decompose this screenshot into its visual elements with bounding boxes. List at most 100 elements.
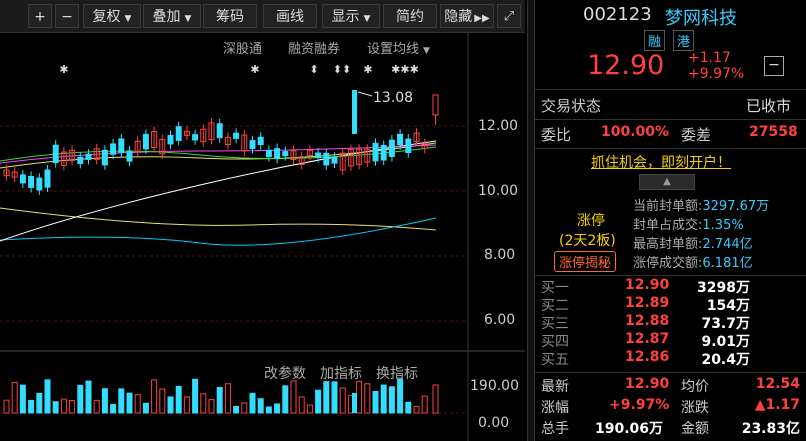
volume-bar: [151, 379, 158, 414]
bid-row: 买四 12.87 9.01万: [535, 331, 806, 350]
kline-svg[interactable]: ✱ ✱ ⬍ ⬍⬍ ✱ ✱✱✱: [0, 33, 525, 441]
volume-bar: [372, 390, 379, 414]
peak-pointer: [357, 91, 373, 97]
candle-body: [36, 177, 43, 191]
volume-bar: [352, 393, 357, 413]
event-marker-icon: ✱: [59, 63, 68, 76]
switch-indicator-link[interactable]: 换指标: [376, 363, 418, 383]
candle-body: [19, 174, 26, 184]
summary-row: 最新 12.90 均价 12.54: [535, 376, 806, 397]
candle-body: [315, 152, 322, 158]
volume-bar: [69, 399, 76, 414]
change-params-link[interactable]: 改参数: [264, 363, 306, 383]
caret-down-icon: ▼: [184, 14, 192, 24]
volume-bar: [356, 380, 363, 414]
volume-bar: [405, 401, 412, 414]
jine-label: 金额: [681, 421, 709, 437]
volume-bar: [224, 383, 231, 414]
limit-info-label: 当前封单额:: [633, 199, 703, 214]
divider-line: [535, 372, 806, 373]
expand-icon[interactable]: ⤢: [497, 4, 521, 28]
volume-bar: [208, 399, 215, 414]
y-tick-label: 12.00: [478, 118, 519, 134]
volume-bar: [323, 381, 330, 414]
chouma-button[interactable]: 筹码: [203, 4, 257, 28]
volume-bar: [175, 385, 182, 414]
candle-body: [331, 156, 338, 164]
diejia-label: 叠加: [152, 9, 181, 25]
hk-connect-tag: 港: [673, 30, 695, 51]
volume-bar: [110, 403, 117, 414]
collapse-arrow-icon[interactable]: ▲: [639, 174, 695, 190]
price-change: +1.17: [688, 50, 731, 66]
bid-volume: 9.01万: [701, 334, 750, 350]
zongshou-label: 总手: [541, 421, 569, 437]
caret-down-icon: ▼: [363, 14, 371, 24]
candle-body: [380, 145, 387, 161]
huaxian-button[interactable]: 画线: [263, 4, 317, 28]
summary-row: 涨幅 +9.97% 涨跌 ▲1.17: [535, 397, 806, 418]
bid-table: 买一 12.90 3298万 买二 12.89 154万 买三 12.88 73.7万 买四…: [535, 277, 806, 368]
kline-chart[interactable]: ✱ ✱ ⬍ ⬍⬍ ✱ ✱✱✱ 深股通 融资融券 设置均线 ▼ 12.00 10.00 8.0…: [0, 33, 525, 441]
volume-bar: [159, 388, 166, 414]
volume-bar: [126, 392, 133, 414]
volume-bar: [306, 404, 313, 414]
trade-status-value: 已收市: [746, 97, 792, 115]
divider-line: [535, 119, 806, 120]
fuquan-dropdown[interactable]: 复权 ▼: [83, 4, 141, 28]
limit-info-row: 涨停成交额:6.181亿: [633, 252, 805, 271]
shengutong-link[interactable]: 深股通: [223, 38, 262, 57]
jianyue-button[interactable]: 简约: [383, 4, 437, 28]
rongzi-link[interactable]: 融资融券: [288, 38, 340, 57]
ma-line: [0, 142, 437, 169]
zoom-in-button[interactable]: +: [28, 4, 52, 28]
volume-bar: [249, 392, 256, 414]
bid-row: 买一 12.90 3298万: [535, 277, 806, 296]
xianshi-dropdown[interactable]: 显示 ▼: [322, 4, 380, 28]
stock-header: 002123 梦网科技: [535, 4, 806, 29]
volume-bar: [60, 398, 67, 414]
panel-divider[interactable]: [527, 0, 535, 441]
add-indicator-link[interactable]: 加指标: [320, 363, 362, 383]
zuixin-value: 12.90: [625, 376, 670, 392]
set-ma-label: 设置均线: [367, 42, 420, 57]
y-tick-label: 10.00: [478, 183, 519, 199]
junjia-label: 均价: [681, 379, 709, 395]
candle-body: [249, 140, 256, 150]
zoom-out-button[interactable]: −: [55, 4, 79, 28]
bid-row: 买五 12.86 20.4万: [535, 349, 806, 368]
bid-volume: 20.4万: [701, 352, 750, 368]
volume-bar: [282, 385, 289, 414]
volume-bar: [36, 392, 43, 414]
candle-body: [257, 136, 264, 146]
zhangdie-label: 涨跌: [681, 400, 709, 416]
bid-price: 12.89: [625, 295, 670, 311]
trade-status-label: 交易状态: [541, 97, 602, 115]
volume-bar: [257, 398, 264, 414]
limit-up-reveal-button[interactable]: 涨停揭秘: [554, 251, 617, 272]
stock-code: 002123: [583, 4, 652, 25]
jine-value: 23.83亿: [741, 421, 800, 437]
yincang-button[interactable]: 隐藏 ▶▶: [440, 4, 494, 28]
volume-bar: [52, 401, 59, 414]
open-account-link[interactable]: 抓住机会，即刻开户！: [591, 152, 731, 172]
weicha-value: 27558: [749, 124, 798, 140]
candle-body: [372, 142, 379, 162]
summary-table: 最新 12.90 均价 12.54 涨幅 +9.97% 涨跌 ▲1.17 总手 …: [535, 376, 806, 439]
bid-volume: 154万: [706, 298, 750, 314]
set-ma-link[interactable]: 设置均线 ▼: [367, 38, 430, 57]
candle-body: [274, 148, 281, 159]
zongshou-value: 190.06万: [595, 421, 664, 437]
volume-bar: [101, 388, 108, 414]
volume-bar: [142, 402, 149, 414]
minimize-button[interactable]: −: [764, 56, 784, 76]
price-change-pct: +9.97%: [688, 66, 745, 82]
candle-body: [85, 153, 92, 160]
event-marker-icon: ✱✱✱: [391, 63, 419, 76]
ma-line: [0, 217, 437, 246]
caret-down-icon: ▼: [124, 14, 132, 24]
bid-label: 买三: [541, 316, 569, 332]
bid-price: 12.86: [625, 349, 670, 365]
diejia-dropdown[interactable]: 叠加 ▼: [143, 4, 201, 28]
bid-label: 买四: [541, 334, 569, 350]
